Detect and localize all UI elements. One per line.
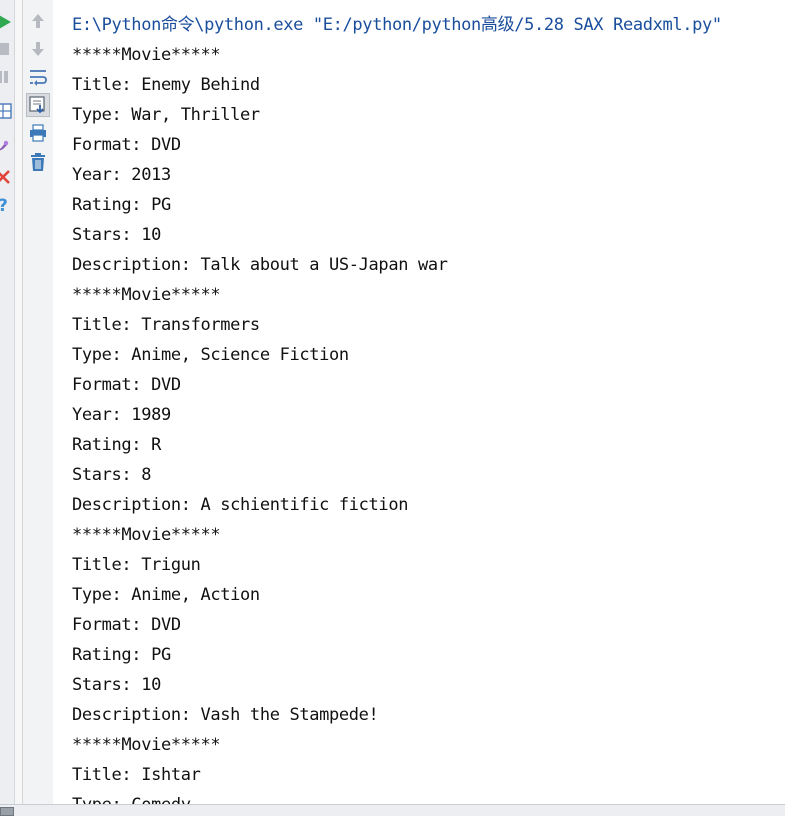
down-arrow-icon[interactable] — [27, 38, 49, 60]
output-line: Stars: 8 — [72, 465, 152, 485]
console-output[interactable]: E:\Python命令\python.exe "E:/python/python… — [53, 0, 785, 804]
output-line: Rating: R — [72, 435, 161, 455]
run-icon[interactable] — [0, 11, 16, 33]
output-line: Type: Anime, Action — [72, 585, 260, 605]
output-line: Rating: PG — [72, 195, 171, 215]
scroll-to-end-icon[interactable] — [26, 93, 50, 117]
output-line: Type: War, Thriller — [72, 105, 260, 125]
print-icon[interactable] — [27, 122, 49, 144]
pin-icon[interactable] — [0, 136, 13, 158]
output-line: *****Movie***** — [72, 525, 221, 545]
pause-icon[interactable] — [0, 66, 14, 88]
output-line: Stars: 10 — [72, 675, 161, 695]
output-line: Year: 1989 — [72, 405, 171, 425]
bottom-status-strip — [0, 804, 785, 816]
help-icon[interactable]: ? — [0, 194, 14, 216]
output-line: Description: Talk about a US-Japan war — [72, 255, 448, 275]
output-line: Format: DVD — [72, 135, 181, 155]
output-line: Format: DVD — [72, 375, 181, 395]
output-line: *****Movie***** — [72, 45, 221, 65]
up-arrow-icon[interactable] — [27, 10, 49, 32]
output-line: Title: Enemy Behind — [72, 75, 260, 95]
console-window: ? — [0, 0, 785, 816]
output-line: Format: DVD — [72, 615, 181, 635]
output-line: Description: A schientific fiction — [72, 495, 409, 515]
output-line: Type: Anime, Science Fiction — [72, 345, 349, 365]
output-line: Title: Trigun — [72, 555, 201, 575]
run-toolbar: ? — [0, 0, 15, 804]
output-line: Stars: 10 — [72, 225, 161, 245]
output-line: Year: 2013 — [72, 165, 171, 185]
console-toolbar — [22, 0, 54, 804]
soft-wrap-icon[interactable] — [27, 66, 49, 88]
status-handle[interactable] — [0, 807, 14, 816]
output-line: Title: Ishtar — [72, 765, 201, 785]
svg-text:?: ? — [0, 196, 8, 215]
console-lines: E:\Python命令\python.exe "E:/python/python… — [72, 10, 722, 804]
command-line: E:\Python命令\python.exe "E:/python/python… — [72, 15, 722, 35]
stop-icon[interactable] — [0, 38, 14, 60]
toolbar-gap — [15, 0, 22, 804]
layout-icon[interactable] — [0, 100, 14, 122]
output-line: *****Movie***** — [72, 735, 221, 755]
output-line: Description: Vash the Stampede! — [72, 705, 379, 725]
output-line: *****Movie***** — [72, 285, 221, 305]
output-line: Rating: PG — [72, 645, 171, 665]
output-line: Title: Transformers — [72, 315, 260, 335]
trash-icon[interactable] — [27, 151, 49, 173]
close-icon[interactable] — [0, 166, 14, 188]
output-line: Type: Comedy — [72, 790, 722, 804]
